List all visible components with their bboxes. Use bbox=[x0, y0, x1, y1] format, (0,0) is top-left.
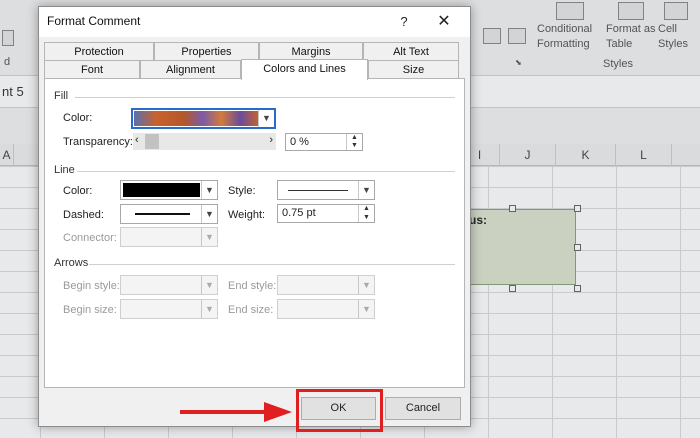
chevron-down-icon: ▼ bbox=[201, 205, 217, 223]
connector-dropdown: ▼ bbox=[120, 227, 218, 247]
resize-handle[interactable] bbox=[574, 244, 581, 251]
spin-down-icon[interactable]: ▼ bbox=[347, 142, 362, 150]
chevron-down-icon: ▼ bbox=[358, 181, 374, 199]
decrease-decimal-icon[interactable] bbox=[483, 28, 501, 44]
fill-color-label: Color: bbox=[63, 112, 93, 124]
cancel-button[interactable]: Cancel bbox=[385, 397, 461, 420]
begin-size-label: Begin size: bbox=[63, 304, 117, 316]
format-as-table-icon[interactable] bbox=[618, 2, 644, 20]
chevron-down-icon: ▼ bbox=[201, 276, 217, 294]
line-style-dropdown[interactable]: ▼ bbox=[277, 180, 375, 200]
weight-stepper[interactable]: 0.75 pt ▲ ▼ bbox=[277, 204, 375, 223]
tab-alignment[interactable]: Alignment bbox=[140, 60, 241, 79]
dashed-label: Dashed: bbox=[63, 209, 104, 221]
paintbrush-icon[interactable] bbox=[2, 30, 14, 46]
divider bbox=[89, 264, 455, 265]
arrows-section-heading: Arrows bbox=[54, 257, 89, 269]
end-size-label: End size: bbox=[228, 304, 274, 316]
cell-styles-icon[interactable] bbox=[664, 2, 688, 20]
end-style-dropdown: ▼ bbox=[277, 275, 375, 295]
spin-up-icon[interactable]: ▲ bbox=[359, 205, 374, 214]
line-section-heading: Line bbox=[54, 164, 75, 176]
cell-styles-button[interactable]: Cell Styles bbox=[658, 22, 688, 52]
fill-color-swatch bbox=[134, 111, 259, 126]
dialog-title: Format Comment bbox=[47, 14, 141, 28]
styles-group-label: Styles bbox=[603, 58, 633, 70]
name-box[interactable]: nt 5 bbox=[0, 80, 34, 104]
column-header-j[interactable]: J bbox=[500, 144, 556, 166]
chevron-down-icon: ▼ bbox=[258, 110, 274, 127]
conditional-formatting-icon[interactable] bbox=[556, 2, 584, 20]
format-comment-dialog: Format Comment ? ✕ Protection Properties… bbox=[38, 6, 471, 427]
dialog-titlebar[interactable]: Format Comment ? ✕ bbox=[39, 7, 470, 37]
spin-down-icon[interactable]: ▼ bbox=[359, 214, 374, 223]
resize-handle[interactable] bbox=[509, 285, 516, 292]
line-color-dropdown[interactable]: ▼ bbox=[120, 180, 218, 200]
close-button[interactable]: ✕ bbox=[431, 11, 457, 33]
ok-button-highlight bbox=[296, 389, 383, 432]
resize-handle[interactable] bbox=[509, 205, 516, 212]
chevron-right-icon[interactable]: › bbox=[269, 134, 273, 146]
resize-handle[interactable] bbox=[574, 205, 581, 212]
weight-value: 0.75 pt bbox=[282, 207, 316, 219]
dashed-dropdown[interactable]: ▼ bbox=[120, 204, 218, 224]
end-size-dropdown: ▼ bbox=[277, 299, 375, 319]
tab-font[interactable]: Font bbox=[44, 60, 140, 79]
dialog-launcher-icon[interactable]: ⬊ bbox=[515, 58, 522, 67]
increase-decimal-icon[interactable] bbox=[508, 28, 526, 44]
line-style-preview bbox=[288, 190, 348, 191]
weight-label: Weight: bbox=[228, 209, 266, 221]
column-header-a[interactable]: A bbox=[0, 144, 14, 166]
colors-and-lines-panel: Fill Color: ▼ Transparency: ‹ › 0 % ▲ ▼ L… bbox=[44, 78, 465, 388]
chevron-down-icon: ▼ bbox=[201, 181, 217, 199]
connector-label: Connector: bbox=[63, 232, 117, 244]
chevron-down-icon: ▼ bbox=[358, 276, 374, 294]
chevron-down-icon: ▼ bbox=[358, 300, 374, 318]
transparency-label: Transparency: bbox=[63, 136, 133, 148]
chevron-left-icon[interactable]: ‹ bbox=[135, 134, 139, 146]
ribbon-partial-label: d bbox=[4, 56, 11, 68]
end-style-label: End style: bbox=[228, 280, 277, 292]
tab-size[interactable]: Size bbox=[368, 60, 459, 79]
line-style-label: Style: bbox=[228, 185, 256, 197]
fill-section-heading: Fill bbox=[54, 90, 69, 102]
chevron-down-icon: ▼ bbox=[201, 300, 217, 318]
divider bbox=[77, 171, 455, 172]
begin-style-dropdown: ▼ bbox=[120, 275, 218, 295]
transparency-value: 0 % bbox=[290, 136, 309, 148]
begin-size-dropdown: ▼ bbox=[120, 299, 218, 319]
fill-color-dropdown[interactable]: ▼ bbox=[131, 108, 276, 129]
pointer-arrow-icon bbox=[180, 402, 292, 422]
dash-preview bbox=[135, 213, 190, 215]
comment-box[interactable]: us: bbox=[468, 209, 576, 285]
column-header-k[interactable]: K bbox=[556, 144, 616, 166]
column-header-l[interactable]: L bbox=[616, 144, 672, 166]
line-color-swatch bbox=[123, 183, 200, 197]
help-button[interactable]: ? bbox=[393, 11, 415, 33]
comment-text: us: bbox=[469, 213, 487, 227]
tab-colors-and-lines[interactable]: Colors and Lines bbox=[241, 59, 368, 80]
begin-style-label: Begin style: bbox=[63, 280, 120, 292]
tab-alt-text[interactable]: Alt Text bbox=[363, 42, 459, 61]
transparency-stepper[interactable]: 0 % ▲ ▼ bbox=[285, 133, 363, 151]
chevron-down-icon: ▼ bbox=[201, 228, 217, 246]
resize-handle[interactable] bbox=[574, 285, 581, 292]
tab-protection[interactable]: Protection bbox=[44, 42, 154, 61]
format-as-table-button[interactable]: Format as Table bbox=[606, 22, 656, 52]
conditional-formatting-button[interactable]: Conditional Formatting bbox=[537, 22, 592, 52]
line-color-label: Color: bbox=[63, 185, 93, 197]
divider bbox=[75, 97, 455, 98]
slider-thumb[interactable] bbox=[145, 134, 159, 149]
transparency-slider[interactable]: ‹ › bbox=[133, 133, 276, 150]
spin-up-icon[interactable]: ▲ bbox=[347, 134, 362, 142]
